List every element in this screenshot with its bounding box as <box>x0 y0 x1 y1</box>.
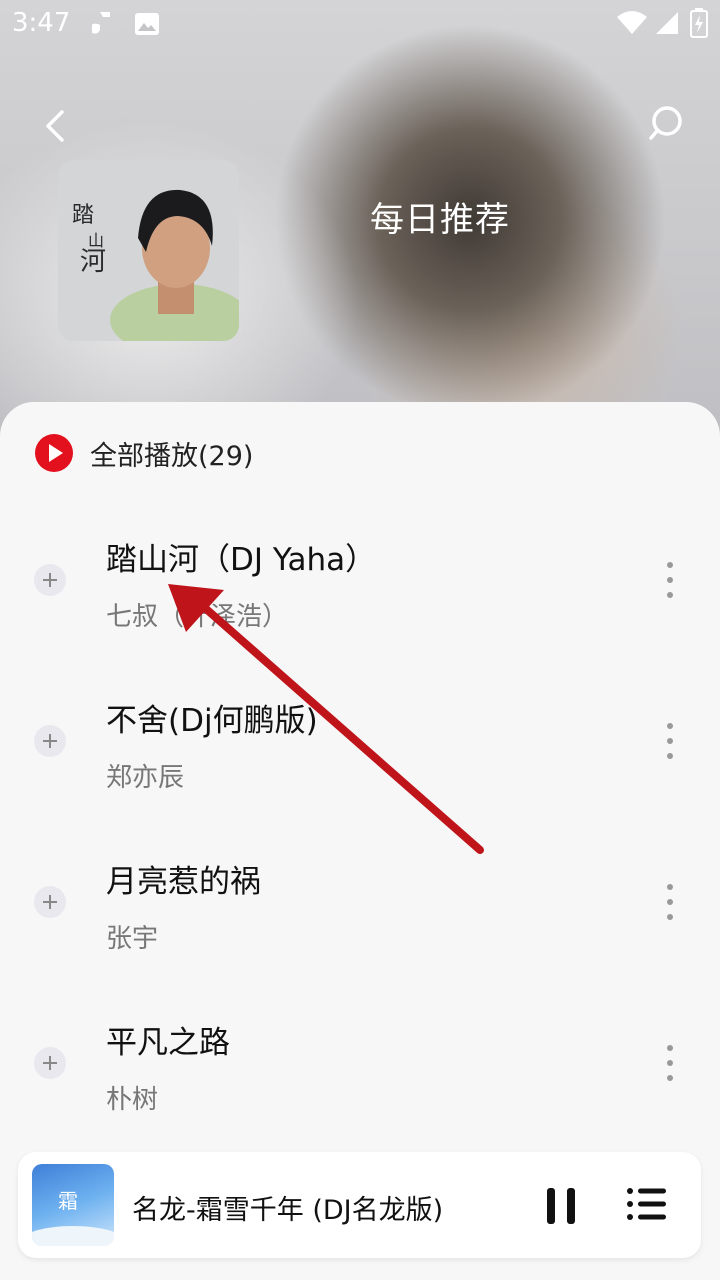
song-artist: 七叔（叶泽浩） <box>106 602 289 632</box>
now-playing-title: 名龙-霜雪千年 (DJ名龙版) <box>132 1195 444 1226</box>
song-title: 平凡之路 <box>106 1025 230 1061</box>
add-icon[interactable] <box>34 564 66 596</box>
svg-text:河: 河 <box>80 247 106 277</box>
song-row[interactable]: 不舍(Dj何鹏版) 郑亦辰 <box>0 673 720 833</box>
cover-artwork: 踏 山 河 <box>58 160 239 341</box>
page-title: 每日推荐 <box>370 200 510 240</box>
song-row[interactable]: 踏山河（DJ Yaha） 七叔（叶泽浩） <box>0 512 720 672</box>
add-icon[interactable] <box>34 886 66 918</box>
signal-icon <box>656 12 678 34</box>
more-icon[interactable] <box>660 1043 680 1083</box>
mini-player[interactable]: 霜 名龙-霜雪千年 (DJ名龙版) <box>18 1152 701 1258</box>
song-artist: 张宇 <box>106 924 159 954</box>
song-row[interactable]: 月亮惹的祸 张宇 <box>0 834 720 994</box>
back-icon[interactable] <box>36 104 76 148</box>
song-title: 不舍(Dj何鹏版) <box>106 703 318 739</box>
play-all-button[interactable]: 全部播放(29) <box>34 432 253 474</box>
image-icon <box>135 13 159 35</box>
add-icon[interactable] <box>34 1047 66 1079</box>
music-note-icon <box>92 12 110 34</box>
song-list-sheet: 全部播放(29) 踏山河（DJ Yaha） 七叔（叶泽浩） 不舍(Dj何鹏版) … <box>0 402 720 1280</box>
song-row[interactable]: 平凡之路 朴树 <box>0 995 720 1155</box>
song-title: 月亮惹的祸 <box>106 864 261 900</box>
wifi-icon <box>617 11 647 34</box>
song-artist: 朴树 <box>106 1085 159 1115</box>
play-circle-icon <box>35 434 73 472</box>
now-playing-artwork: 霜 <box>32 1164 114 1246</box>
status-bar: 3:47 <box>0 0 720 48</box>
search-icon[interactable] <box>644 102 688 146</box>
song-title: 踏山河（DJ Yaha） <box>106 542 377 578</box>
add-icon[interactable] <box>34 725 66 757</box>
more-icon[interactable] <box>660 882 680 922</box>
battery-icon <box>690 8 708 38</box>
pause-icon[interactable] <box>544 1186 578 1226</box>
svg-text:霜: 霜 <box>58 1189 78 1213</box>
queue-icon[interactable] <box>626 1186 668 1222</box>
song-artist: 郑亦辰 <box>106 763 185 793</box>
more-icon[interactable] <box>660 721 680 761</box>
svg-text:踏: 踏 <box>72 203 94 228</box>
status-time: 3:47 <box>12 8 71 38</box>
more-icon[interactable] <box>660 560 680 600</box>
playlist-cover: 踏 山 河 <box>58 160 239 341</box>
play-all-label: 全部播放(29) <box>90 440 254 472</box>
